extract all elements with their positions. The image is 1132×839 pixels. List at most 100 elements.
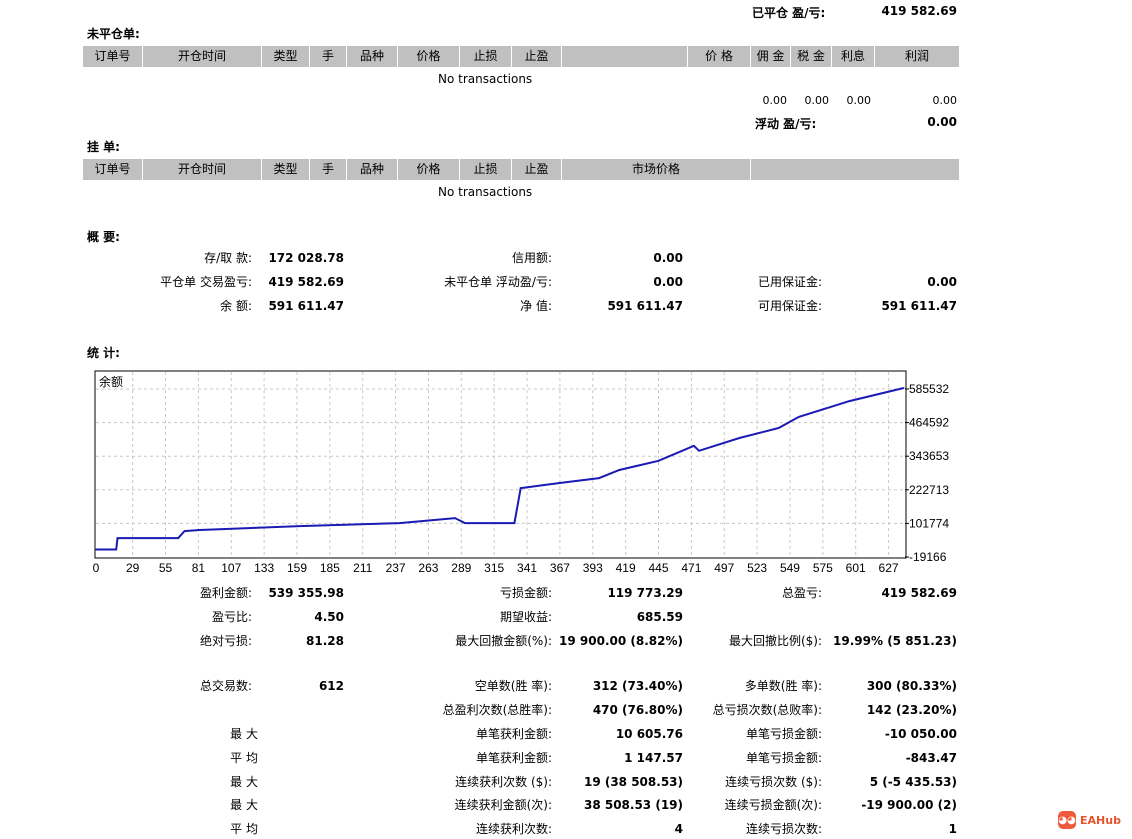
balance-point <box>519 487 522 489</box>
x-tick-label: 367 <box>550 561 570 575</box>
stat-label: 总交易数: <box>199 679 252 693</box>
stat-value: 312 (73.40%) <box>592 679 683 693</box>
stat-label: 连续获利金额(次): <box>454 798 552 812</box>
stat-label: 平 均 <box>230 751 258 765</box>
stat-label: 绝对亏损: <box>199 634 252 648</box>
stat-label: 盈亏比: <box>211 610 252 624</box>
x-tick-label: 159 <box>287 561 307 575</box>
balance-point <box>848 400 851 402</box>
y-tick-label: -19166 <box>909 550 947 564</box>
balance-point <box>618 469 621 471</box>
y-tick-label: 343653 <box>909 449 949 463</box>
x-tick-label: 523 <box>747 561 767 575</box>
balance-point <box>454 517 456 519</box>
stat-value: 5 (-5 435.53) <box>869 775 957 789</box>
stat-label: 连续亏损次数 ($): <box>725 775 822 789</box>
x-tick-label: 237 <box>386 561 406 575</box>
stat-label: 连续获利次数: <box>475 822 552 836</box>
stat-value: 19 900.00 (8.82%) <box>559 634 683 648</box>
balance-point <box>513 522 516 524</box>
stat-value: 119 773.29 <box>607 586 683 600</box>
balance-point <box>777 427 780 429</box>
eahub-watermark: ◕◕ EAHub <box>1058 811 1121 829</box>
x-tick-label: 627 <box>879 561 899 575</box>
stat-value: 1 <box>948 822 957 836</box>
stat-label: 总盈亏: <box>781 586 822 600</box>
stat-label: 单笔亏损金额: <box>745 751 822 765</box>
stat-label: 单笔亏损金额: <box>745 727 822 741</box>
balance-point <box>298 525 301 527</box>
stat-label: 平 均 <box>230 822 258 836</box>
x-tick-label: 133 <box>254 561 274 575</box>
watermark-text: EAHub <box>1080 813 1121 827</box>
stat-label: 空单数(胜 率): <box>474 679 552 693</box>
x-tick-label: 29 <box>126 561 140 575</box>
stat-value: 1 147.57 <box>624 751 683 765</box>
balance-point <box>557 482 560 484</box>
balance-point <box>95 548 97 551</box>
stat-value: -10 050.00 <box>884 727 957 741</box>
x-tick-label: 211 <box>353 561 372 575</box>
stat-label: 单笔获利金额: <box>475 751 552 765</box>
stat-value: 81.28 <box>306 634 344 648</box>
x-tick-label: 445 <box>648 561 668 575</box>
x-tick-label: 107 <box>221 561 241 575</box>
stat-value: 4 <box>674 822 683 836</box>
x-tick-label: 549 <box>780 561 800 575</box>
balance-point <box>598 477 600 479</box>
x-tick-label: 0 <box>93 561 100 575</box>
stat-label: 最 大 <box>230 775 258 789</box>
stat-value: 612 <box>318 679 344 693</box>
stat-value: 19 (38 508.53) <box>583 775 683 789</box>
balance-point <box>115 548 118 551</box>
stat-label: 最 大 <box>230 727 258 741</box>
x-tick-label: 419 <box>616 561 636 575</box>
balance-point <box>116 537 119 539</box>
x-tick-label: 55 <box>159 561 173 575</box>
stat-label: 盈利金额: <box>199 586 252 600</box>
stat-value: 300 (80.33%) <box>866 679 957 693</box>
stat-value: -843.47 <box>905 751 957 765</box>
stat-value: 470 (76.80%) <box>592 703 683 717</box>
stat-label: 总盈利次数(总胜率): <box>442 703 552 717</box>
stat-value: 38 508.53 (19) <box>583 798 683 812</box>
chart-title: 余额 <box>99 374 123 389</box>
stat-label: 单笔获利金额: <box>475 727 552 741</box>
y-tick-label: 222713 <box>909 483 949 497</box>
balance-point <box>198 529 201 531</box>
stat-label: 连续亏损金额(次): <box>724 798 822 812</box>
balance-point <box>693 445 695 447</box>
x-tick-label: 263 <box>418 561 438 575</box>
x-tick-label: 497 <box>714 561 734 575</box>
stat-label: 期望收益: <box>499 610 552 624</box>
stat-label: 最大回撤比例($): <box>728 634 822 648</box>
x-tick-label: 341 <box>517 561 537 575</box>
balance-point <box>177 537 179 539</box>
y-tick-label: 585532 <box>909 382 949 396</box>
stat-label: 连续获利次数 ($): <box>455 775 552 789</box>
stat-value: -19 900.00 (2) <box>861 798 957 812</box>
x-tick-label: 315 <box>484 561 504 575</box>
stat-label: 总亏损次数(总败率): <box>712 703 822 717</box>
y-tick-label: 101774 <box>909 516 949 530</box>
x-tick-label: 575 <box>813 561 833 575</box>
stat-value: 4.50 <box>314 610 344 624</box>
balance-point <box>464 522 466 524</box>
stat-label: 亏损金额: <box>499 586 552 600</box>
stat-label: 最大回撤金额(%): <box>455 634 552 648</box>
y-tick-label: 464592 <box>909 416 949 430</box>
balance-point <box>657 460 660 462</box>
stat-value: 10 605.76 <box>615 727 683 741</box>
x-tick-label: 393 <box>583 561 603 575</box>
x-tick-label: 81 <box>192 561 206 575</box>
stat-label: 多单数(胜 率): <box>744 679 822 693</box>
stat-value: 142 (23.20%) <box>866 703 957 717</box>
stat-label: 连续亏损次数: <box>745 822 822 836</box>
balance-point <box>698 450 700 452</box>
x-tick-label: 185 <box>320 561 340 575</box>
balance-point <box>738 437 741 439</box>
x-tick-label: 289 <box>451 561 471 575</box>
x-tick-label: 471 <box>681 561 701 575</box>
stat-value: 19.99% (5 851.23) <box>833 634 957 648</box>
x-tick-label: 601 <box>846 561 866 575</box>
